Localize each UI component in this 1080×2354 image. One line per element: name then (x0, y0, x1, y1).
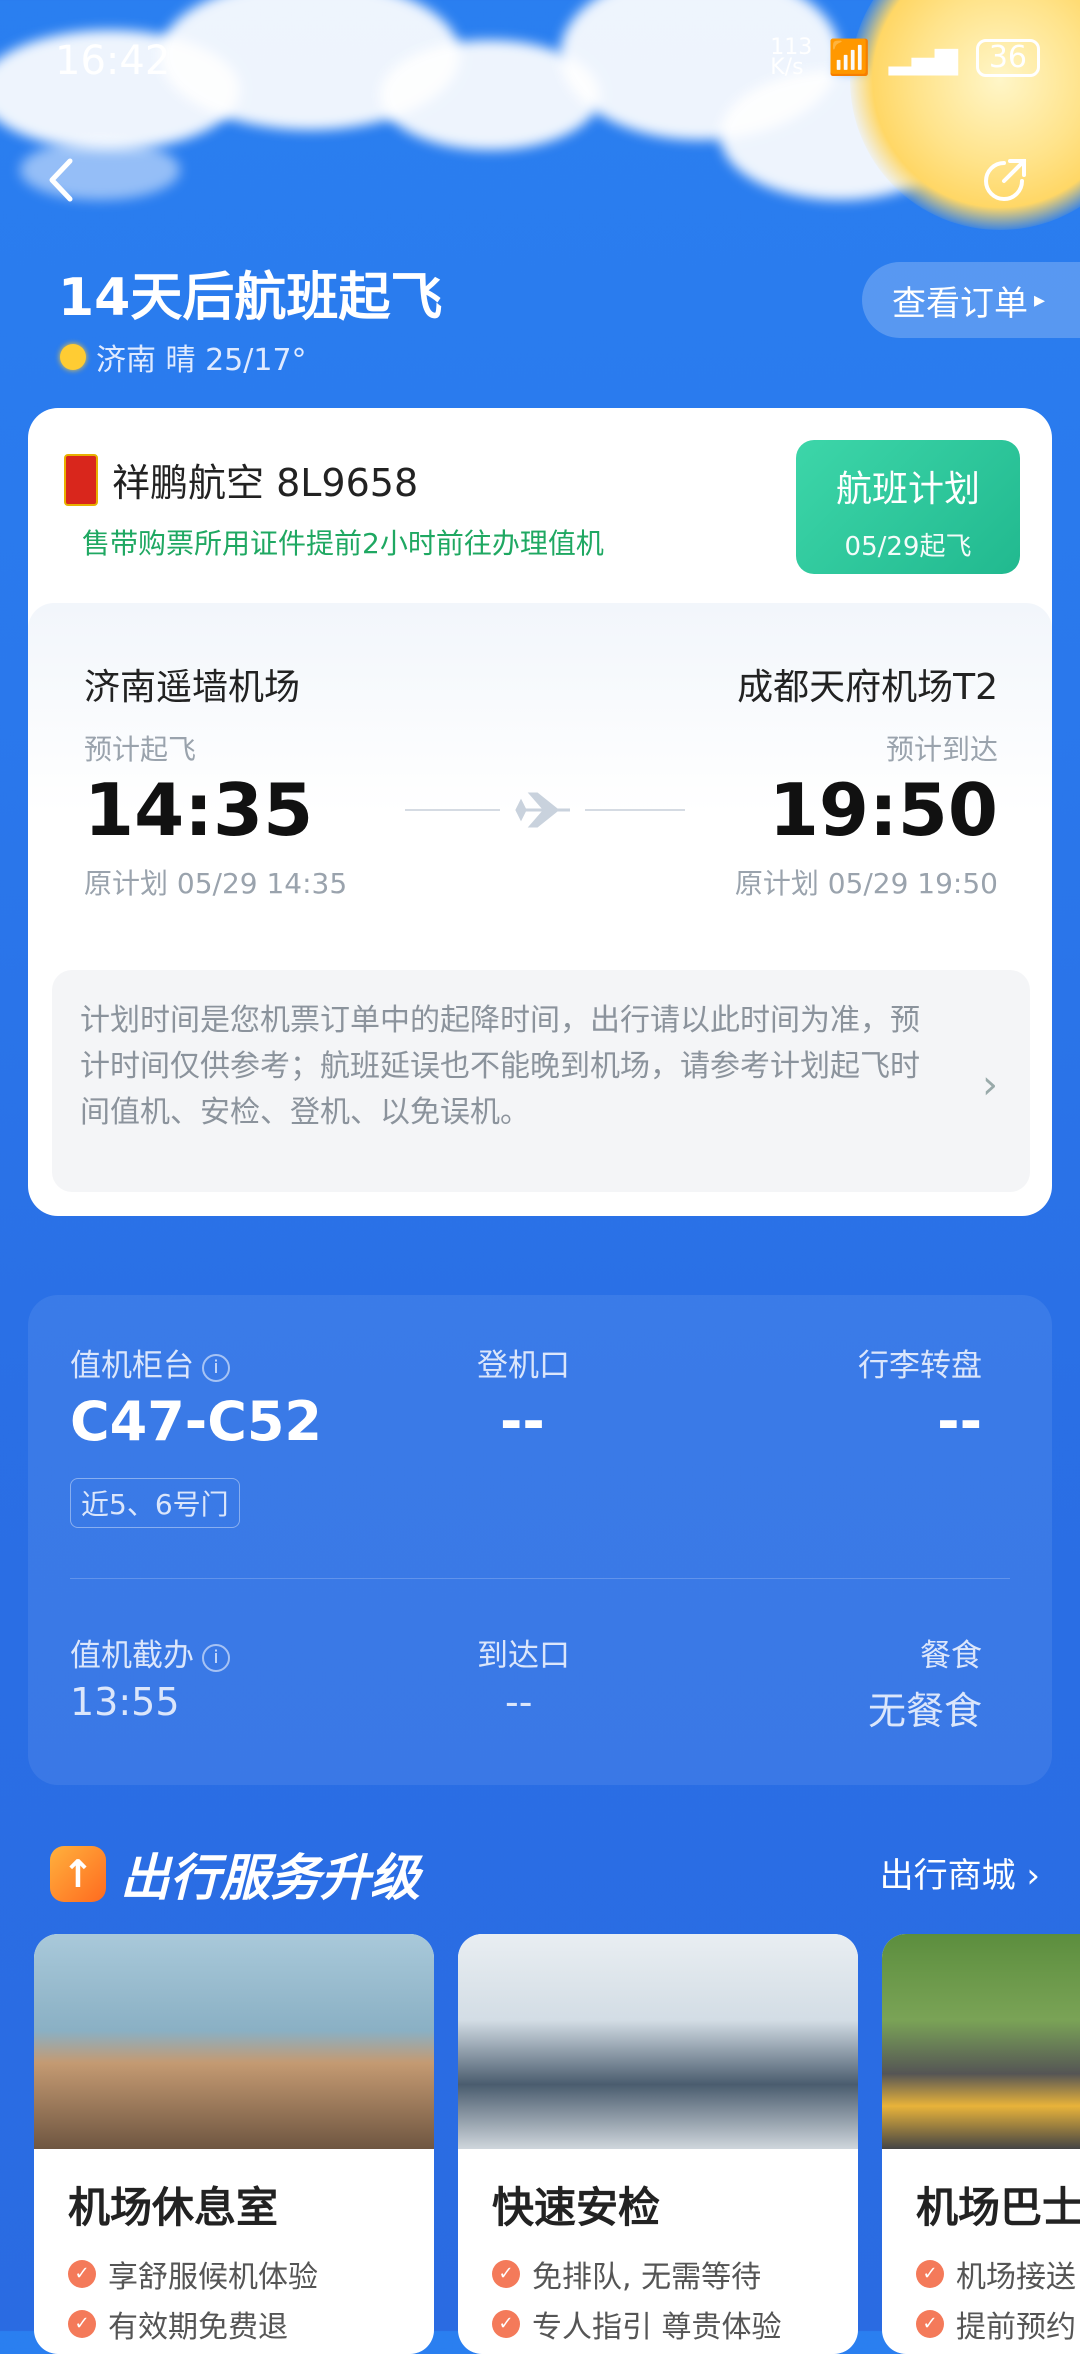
airline-row: 祥鹏航空 8L9658 (64, 452, 418, 507)
gate-hint-tag: 近5、6号门 (70, 1478, 240, 1528)
sun-icon (60, 344, 86, 370)
service-feature: ✓ 免排队, 无需等待 (492, 2252, 761, 2296)
service-feature: ✓ 有效期免费退 (68, 2302, 288, 2346)
departure-label: 预计起飞 (84, 733, 197, 766)
view-order-label: 查看订单 (892, 283, 1028, 324)
arrival-exit-label: 到达口 (477, 1638, 570, 1674)
divider (70, 1578, 1010, 1579)
page-title: 14天后航班起飞 (58, 268, 443, 328)
net-speed: 113 K/s (770, 35, 813, 80)
plane-icon (405, 792, 685, 828)
status-bar: 16:42 113 K/s 📶 ▂▄▆ 36 (0, 0, 1080, 120)
flight-plan-badge[interactable]: 航班计划 05/29起飞 (796, 440, 1020, 574)
back-icon[interactable] (42, 155, 82, 205)
service-name: 快速安检 (492, 2183, 661, 2232)
share-icon[interactable] (978, 155, 1030, 207)
check-icon: ✓ (916, 2310, 944, 2338)
info-icon[interactable]: i (202, 1353, 230, 1382)
mall-link-text: 出行商城 (879, 1856, 1016, 1896)
weather-info: 济南 晴 25/17° (60, 335, 307, 379)
counter-label: 值机柜台 i (70, 1340, 230, 1385)
disclaimer-text: 计划时间是您机票订单中的起降时间，出行请以此时间为准，预计时间仅供参考；航班延误… (80, 1003, 920, 1130)
badge-title: 航班计划 (835, 469, 980, 510)
chevron-right-icon: › (982, 1062, 998, 1108)
service-feature: ✓ 机场接送 (916, 2252, 1076, 2296)
badge-date: 05/29起飞 (844, 532, 972, 562)
departure-time: 14:35 (84, 768, 314, 852)
security-image (458, 1934, 858, 2149)
status-time: 16:42 (55, 38, 171, 84)
boarding-gate-label: 登机口 (477, 1348, 570, 1384)
check-icon: ✓ (916, 2260, 944, 2288)
baggage-value: -- (937, 1390, 982, 1453)
deadline-label-text: 值机截办 (70, 1638, 194, 1674)
baggage-label: 行李转盘 (858, 1348, 982, 1384)
deadline-value: 13:55 (70, 1680, 180, 1724)
service-feature: ✓ 享舒服候机体验 (68, 2252, 318, 2296)
airline-flight-no: 祥鹏航空 8L9658 (112, 461, 419, 505)
chevron-right-icon: ▸ (1034, 287, 1046, 313)
meal-value: 无餐食 (867, 1689, 982, 1733)
airline-logo-icon (64, 453, 98, 506)
service-feature: ✓ 专人指引 尊贵体验 (492, 2302, 782, 2346)
weather-text: 济南 晴 25/17° (96, 343, 307, 378)
arrival-exit-value: -- (505, 1680, 533, 1724)
bus-image (882, 1934, 1080, 2149)
service-card-lounge[interactable]: 机场休息室 ✓ 享舒服候机体验 ✓ 有效期免费退 (34, 1934, 434, 2354)
boarding-gate-value: -- (500, 1390, 545, 1453)
wifi-icon: 📶 (828, 38, 871, 78)
service-feature: ✓ 提前预约 (916, 2302, 1076, 2346)
travel-mall-link[interactable]: 出行商城 › (880, 1848, 1040, 1897)
check-icon: ✓ (492, 2310, 520, 2338)
arrival-airport: 成都天府机场T2 (737, 667, 998, 708)
check-icon: ✓ (492, 2260, 520, 2288)
lounge-image (34, 1934, 434, 2149)
services-title-text: 出行服务升级 (120, 1849, 420, 1907)
signal-icon: ▂▄▆ (888, 40, 958, 76)
time-disclaimer[interactable]: 计划时间是您机票订单中的起降时间，出行请以此时间为准，预计时间仅供参考；航班延误… (52, 970, 1030, 1192)
info-icon[interactable]: i (202, 1643, 230, 1672)
service-card-fast-security[interactable]: 快速安检 ✓ 免排队, 无需等待 ✓ 专人指引 尊贵体验 (458, 1934, 858, 2354)
meal-label: 餐食 (920, 1638, 982, 1674)
services-title: ↑ 出行服务升级 (50, 1838, 420, 1910)
battery-icon: 36 (975, 39, 1040, 77)
upgrade-arrow-icon: ↑ (50, 1846, 106, 1902)
check-icon: ✓ (68, 2310, 96, 2338)
arrival-original: 原计划 05/29 19:50 (734, 867, 998, 900)
arrival-time: 19:50 (768, 768, 998, 852)
checkin-tip: 售带购票所用证件提前2小时前往办理值机 (82, 527, 604, 560)
departure-original: 原计划 05/29 14:35 (84, 867, 348, 900)
deadline-label: 值机截办 i (70, 1630, 230, 1675)
counter-label-text: 值机柜台 (70, 1348, 194, 1384)
service-name: 机场巴士 (916, 2183, 1080, 2232)
departure-airport: 济南遥墙机场 (84, 667, 301, 708)
view-order-button[interactable]: 查看订单 ▸ (862, 262, 1080, 338)
counter-value: C47-C52 (70, 1390, 322, 1453)
check-icon: ✓ (68, 2260, 96, 2288)
service-card-airport-bus[interactable]: 机场巴士 ✓ 机场接送 ✓ 提前预约 (882, 1934, 1080, 2354)
arrival-label: 预计到达 (885, 733, 998, 766)
service-name: 机场休息室 (68, 2183, 279, 2232)
